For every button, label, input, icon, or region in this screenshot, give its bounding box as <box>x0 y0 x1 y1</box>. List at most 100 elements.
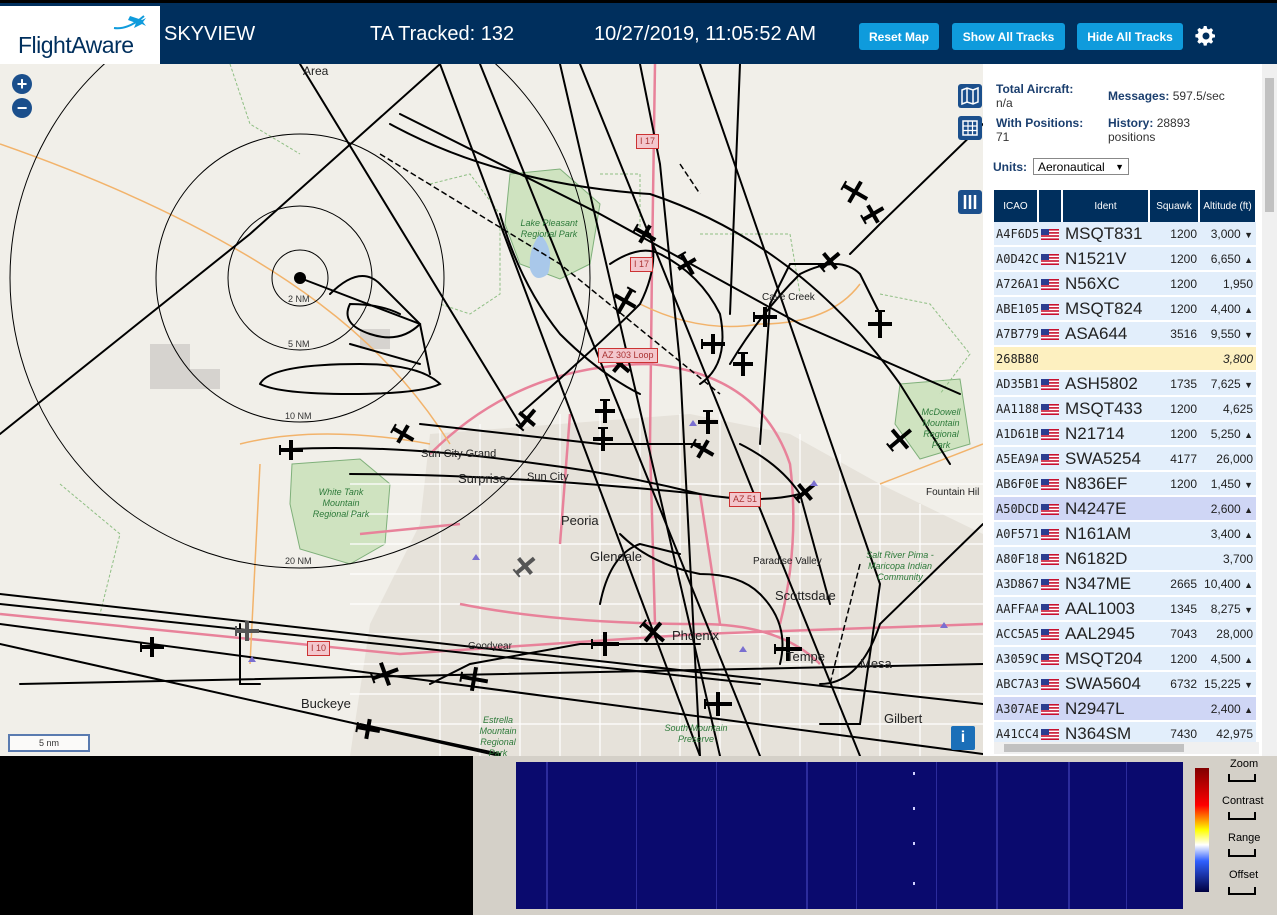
altitude-cell: 1,950 <box>1199 271 1256 297</box>
ident-cell: N836EF <box>1062 471 1149 497</box>
units-select[interactable]: Aeronautical ▼ <box>1033 158 1129 175</box>
altitude-trend-icon: ▲ <box>1244 254 1253 265</box>
icao-cell: A307AE <box>994 696 1038 722</box>
ident-cell: MSQT831 <box>1062 222 1149 247</box>
chevron-down-icon: ▼ <box>1115 162 1124 172</box>
park-label: White Tank Mountain Regional Park <box>312 487 370 519</box>
icao-cell: 268B80 <box>994 346 1038 372</box>
ident-cell: SWA5604 <box>1062 671 1149 697</box>
aircraft-row[interactable]: A307AE N2947L 2,400 ▲ <box>994 696 1256 722</box>
flag-cell <box>1038 621 1062 647</box>
squawk-cell: 4177 <box>1149 446 1199 472</box>
altitude-trend-icon: ▲ <box>1244 504 1253 515</box>
aircraft-row[interactable]: A50DCD N4247E 2,600 ▲ <box>994 496 1256 522</box>
aircraft-row[interactable]: AD35B1 ASH5802 1735 7,625 ▼ <box>994 371 1256 397</box>
altitude-cell: 1,450 ▼ <box>1199 471 1256 497</box>
icao-cell: A3059C <box>994 646 1038 672</box>
altitude-cell: 2,600 ▲ <box>1199 496 1256 522</box>
us-flag-icon <box>1041 378 1059 390</box>
tracked-count: TA Tracked: 132 <box>370 23 515 45</box>
column-header-altitude[interactable]: Altitude (ft) <box>1199 190 1257 222</box>
altitude-trend-icon: ▼ <box>1244 379 1253 390</box>
aircraft-row[interactable]: A4F6D5 MSQT831 1200 3,000 ▼ <box>994 222 1256 247</box>
squawk-cell: 1200 <box>1149 646 1199 672</box>
squawk-cell: 2665 <box>1149 571 1199 597</box>
aircraft-row[interactable]: AB6F0E N836EF 1200 1,450 ▼ <box>994 471 1256 497</box>
aircraft-row[interactable]: A7B779 ASA644 3516 9,550 ▼ <box>994 321 1256 347</box>
us-flag-icon <box>1041 328 1059 340</box>
altitude-cell: 3,700 <box>1199 546 1256 572</box>
column-header-ident[interactable]: Ident <box>1062 190 1150 222</box>
column-header-icao[interactable]: ICAO <box>994 190 1039 222</box>
aircraft-row[interactable]: A80F18 N6182D 3,700 <box>994 546 1256 572</box>
map-canvas[interactable] <box>0 64 983 756</box>
city-label: Peoria <box>561 513 599 528</box>
flag-cell <box>1038 471 1062 497</box>
scrollbar-thumb[interactable] <box>1265 78 1274 212</box>
hide-all-tracks-button[interactable]: Hide All Tracks <box>1077 23 1183 50</box>
offset-slider[interactable] <box>1228 887 1256 895</box>
aircraft-row[interactable]: A3D867 N347ME 2665 10,400 ▲ <box>994 571 1256 597</box>
aircraft-row[interactable]: A1D61B N21714 1200 5,250 ▲ <box>994 421 1256 447</box>
grid-toggle-icon[interactable] <box>958 116 982 140</box>
ident-cell: N56XC <box>1062 271 1149 297</box>
aircraft-row[interactable]: A0F571 N161AM 3,400 ▲ <box>994 521 1256 547</box>
horizontal-scrollbar[interactable] <box>994 742 1259 754</box>
aircraft-row[interactable]: AAFFAA AAL1003 1345 8,275 ▼ <box>994 596 1256 622</box>
aircraft-row[interactable]: ACC5A5 AAL2945 7043 28,000 <box>994 621 1256 647</box>
squawk-cell: 1200 <box>1149 421 1199 447</box>
icao-cell: AD35B1 <box>994 371 1038 397</box>
city-label: Paradise Valley <box>753 556 822 567</box>
range-slider[interactable] <box>1228 849 1256 857</box>
us-flag-icon <box>1041 553 1059 565</box>
park-label: Estrella Mountain Regional Park <box>479 715 517 756</box>
zoom-in-button[interactable]: + <box>12 74 32 94</box>
us-flag-icon <box>1041 528 1059 540</box>
map-view[interactable]: 2 NM 5 NM 10 NM 20 NM Area Sun City Gran… <box>0 64 983 756</box>
city-label: Area <box>303 64 329 78</box>
column-toggle-icon[interactable] <box>958 190 982 214</box>
vertical-scrollbar[interactable] <box>1262 64 1277 756</box>
show-all-tracks-button[interactable]: Show All Tracks <box>952 23 1065 50</box>
aircraft-row[interactable]: 268B80 3,800 <box>994 346 1256 372</box>
contrast-slider[interactable] <box>1228 812 1256 820</box>
range-control-label: Range <box>1228 832 1261 844</box>
altitude-cell: 7,625 ▼ <box>1199 371 1256 397</box>
ident-cell: ASA644 <box>1062 321 1149 347</box>
aircraft-row[interactable]: A5EA9A SWA5254 4177 26,000 <box>994 446 1256 472</box>
squawk-cell <box>1149 696 1199 722</box>
us-flag-icon <box>1041 278 1059 290</box>
us-flag-icon <box>1041 603 1059 615</box>
info-icon[interactable]: i <box>951 726 975 750</box>
us-flag-icon <box>1041 703 1059 715</box>
aircraft-row[interactable]: A0D42C N1521V 1200 6,650 ▲ <box>994 246 1256 272</box>
altitude-cell: 2,400 ▲ <box>1199 696 1256 722</box>
waterfall-display[interactable] <box>516 762 1183 909</box>
reset-map-button[interactable]: Reset Map <box>859 23 939 50</box>
squawk-cell: 1200 <box>1149 471 1199 497</box>
flightaware-logo[interactable]: FlightAware <box>0 6 160 64</box>
aircraft-row[interactable]: A726A1 N56XC 1200 1,950 <box>994 271 1256 297</box>
aircraft-row[interactable]: AA1188 MSQT433 1200 4,625 <box>994 396 1256 422</box>
squawk-cell: 1200 <box>1149 246 1199 272</box>
zoom-control-label: Zoom <box>1230 758 1259 770</box>
column-header-flag[interactable] <box>1038 190 1063 222</box>
zoom-slider[interactable] <box>1228 774 1256 782</box>
us-flag-icon <box>1041 578 1059 590</box>
icao-cell: AA1188 <box>994 396 1038 422</box>
altitude-cell: 5,250 ▲ <box>1199 421 1256 447</box>
park-label: Salt River Pima - Maricopa Indian Commun… <box>866 550 934 582</box>
columns-icon <box>963 195 977 209</box>
zoom-out-button[interactable]: − <box>12 98 32 118</box>
sidebar-panel: Total Aircraft: n/a Messages: 597.5/sec … <box>983 64 1277 756</box>
aircraft-row[interactable]: ABE105 MSQT824 1200 4,400 ▲ <box>994 296 1256 322</box>
column-header-squawk[interactable]: Squawk <box>1149 190 1200 222</box>
altitude-cell: 4,500 ▲ <box>1199 646 1256 672</box>
gear-icon[interactable] <box>1194 24 1218 48</box>
aircraft-row[interactable]: A3059C MSQT204 1200 4,500 ▲ <box>994 646 1256 672</box>
scrollbar-thumb[interactable] <box>1004 744 1184 752</box>
aircraft-row[interactable]: ABC7A3 SWA5604 6732 15,225 ▼ <box>994 671 1256 697</box>
map-layers-icon[interactable] <box>958 84 982 108</box>
ident-cell: SWA5254 <box>1062 446 1149 472</box>
us-flag-icon <box>1041 403 1059 415</box>
